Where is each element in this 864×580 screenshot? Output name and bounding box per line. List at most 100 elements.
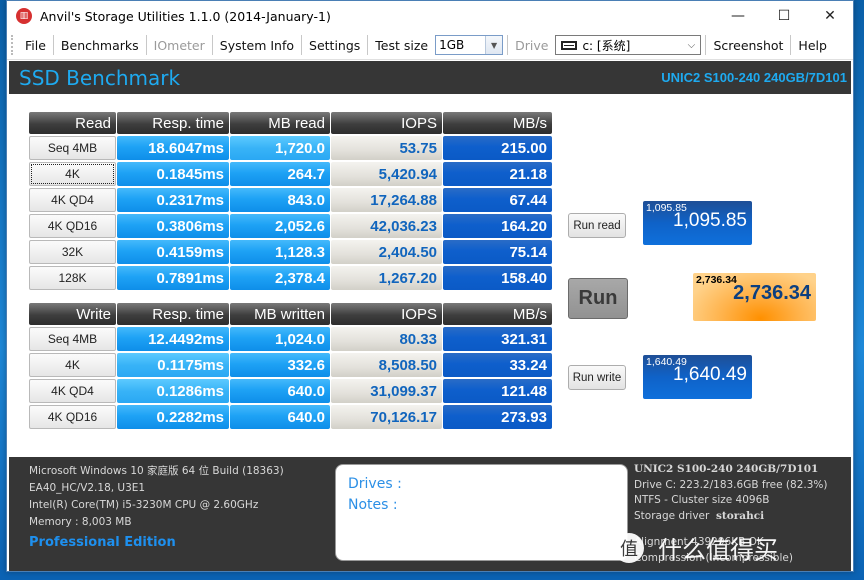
resp-time-value: 0.1286ms: [117, 379, 229, 403]
test-size-select[interactable]: 1GB ▼: [435, 35, 504, 55]
test-size-value: 1GB: [439, 38, 465, 52]
col-header-mbs: MB/s: [443, 303, 552, 325]
test-button-32k[interactable]: 32K: [29, 240, 116, 264]
drive-info-driver: Storage driver storahci: [634, 509, 827, 525]
iops-value: 8,508.50: [331, 353, 442, 377]
test-button-4k[interactable]: 4K: [29, 353, 116, 377]
resp-time-value: 0.7891ms: [117, 266, 229, 290]
drive-select[interactable]: c: [系统] ⌵: [555, 35, 702, 55]
table-row: 4K QD4 0.2317ms 843.0 17,264.88 67.44: [29, 187, 553, 213]
driver-label: Storage driver: [634, 509, 710, 522]
table-row: 32K 0.4159ms 1,128.3 2,404.50 75.14: [29, 239, 553, 265]
mbs-value: 67.44: [443, 188, 552, 212]
menu-screenshot[interactable]: Screenshot: [706, 38, 790, 53]
resp-time-value: 0.2317ms: [117, 188, 229, 212]
test-button-seq-4mb[interactable]: Seq 4MB: [29, 327, 116, 351]
read-header-row: Read Resp. time MB read IOPS MB/s: [29, 109, 553, 135]
app-window: ▥ Anvil's Storage Utilities 1.1.0 (2014-…: [6, 0, 854, 572]
drive-model-title: UNIC2 S100-240 240GB/7D101: [661, 70, 847, 85]
notes-label: Notes :: [348, 497, 398, 513]
drives-label: Drives :: [348, 476, 402, 492]
menu-bar: File Benchmarks IOmeter System Info Sett…: [7, 31, 853, 60]
mbs-value: 75.14: [443, 240, 552, 264]
mb-value: 640.0: [230, 379, 330, 403]
col-header-write: Write: [29, 303, 116, 325]
resp-time-value: 0.1845ms: [117, 162, 229, 186]
menu-settings[interactable]: Settings: [302, 38, 367, 53]
menu-file[interactable]: File: [18, 38, 53, 53]
anvil-app-icon: ▥: [16, 8, 32, 24]
iops-value: 5,420.94: [331, 162, 442, 186]
memory-info: Memory : 8,003 MB: [29, 516, 132, 528]
col-header-mb-read: MB read: [230, 112, 330, 134]
mbs-value: 164.20: [443, 214, 552, 238]
col-header-iops: IOPS: [331, 303, 442, 325]
col-header-iops: IOPS: [331, 112, 442, 134]
write-header-row: Write Resp. time MB written IOPS MB/s: [29, 300, 553, 326]
table-row: Seq 4MB 12.4492ms 1,024.0 80.33 321.31: [29, 326, 553, 352]
mb-value: 264.7: [230, 162, 330, 186]
run-read-button[interactable]: Run read: [568, 213, 626, 238]
mb-value: 843.0: [230, 188, 330, 212]
test-button-128k[interactable]: 128K: [29, 266, 116, 290]
resp-time-value: 0.4159ms: [117, 240, 229, 264]
col-header-resp-time: Resp. time: [117, 303, 229, 325]
page-title: SSD Benchmark: [19, 65, 181, 90]
test-button-4k-qd4[interactable]: 4K QD4: [29, 188, 116, 212]
hard-drive-icon: [561, 40, 578, 50]
os-info: Microsoft Windows 10 家庭版 64 位 Build (183…: [29, 465, 284, 477]
mb-value: 1,128.3: [230, 240, 330, 264]
toolbar-grip[interactable]: [11, 35, 14, 55]
read-score-box: 1,095.85 1,095.85: [643, 201, 752, 245]
run-button[interactable]: Run: [568, 278, 628, 319]
table-row: 128K 0.7891ms 2,378.4 1,267.20 158.40: [29, 265, 553, 291]
test-button-4k-qd16[interactable]: 4K QD16: [29, 405, 116, 429]
iops-value: 80.33: [331, 327, 442, 351]
iops-value: 53.75: [331, 136, 442, 160]
run-write-button[interactable]: Run write: [568, 365, 626, 390]
table-row: 4K 0.1845ms 264.7 5,420.94 21.18: [29, 161, 553, 187]
mbs-value: 273.93: [443, 405, 552, 429]
watermark-text: 什么值得买: [658, 536, 778, 564]
mbs-value: 33.24: [443, 353, 552, 377]
resp-time-value: 0.3806ms: [117, 214, 229, 238]
chevron-down-icon[interactable]: ⌵: [682, 40, 700, 51]
drive-info-capacity: Drive C: 223.2/183.6GB free (82.3%): [634, 478, 828, 491]
close-button[interactable]: ✕: [807, 1, 853, 31]
drive-label: Drive: [515, 37, 549, 53]
test-button-seq-4mb[interactable]: Seq 4MB: [29, 136, 116, 160]
driver-value: storahci: [716, 509, 765, 522]
notes-box[interactable]: Drives : Notes :: [335, 464, 628, 561]
benchmark-header: SSD Benchmark UNIC2 S100-240 240GB/7D101: [9, 61, 851, 94]
test-button-4k-qd16[interactable]: 4K QD16: [29, 214, 116, 238]
menu-help[interactable]: Help: [791, 38, 834, 53]
menu-benchmarks[interactable]: Benchmarks: [54, 38, 146, 53]
watermark: 值 什么值得买: [614, 530, 778, 565]
drive-info-model: UNIC2 S100-240 240GB/7D101: [634, 463, 819, 475]
col-header-resp-time: Resp. time: [117, 112, 229, 134]
system-info: Microsoft Windows 10 家庭版 64 位 Build (183…: [29, 463, 284, 551]
test-size-label: Test size: [375, 37, 429, 53]
table-row: 4K QD16 0.3806ms 2,052.6 42,036.23 164.2…: [29, 213, 553, 239]
window-title: Anvil's Storage Utilities 1.1.0 (2014-Ja…: [40, 8, 331, 24]
mb-value: 2,052.6: [230, 214, 330, 238]
table-row: 4K QD16 0.2282ms 640.0 70,126.17 273.93: [29, 404, 553, 430]
col-header-read: Read: [29, 112, 116, 134]
resp-time-value: 12.4492ms: [117, 327, 229, 351]
col-header-mb-written: MB written: [230, 303, 330, 325]
mb-value: 2,378.4: [230, 266, 330, 290]
test-button-4k-qd4[interactable]: 4K QD4: [29, 379, 116, 403]
maximize-button[interactable]: ☐: [761, 1, 807, 31]
read-score-value: 1,095.85: [673, 210, 747, 231]
test-button-4k[interactable]: 4K: [29, 162, 116, 186]
resp-time-value: 0.2282ms: [117, 405, 229, 429]
write-score-value: 1,640.49: [673, 364, 747, 385]
mbs-value: 321.31: [443, 327, 552, 351]
total-score-small: 2,736.34: [696, 274, 737, 286]
menu-system-info[interactable]: System Info: [213, 38, 301, 53]
iops-value: 70,126.17: [331, 405, 442, 429]
mbs-value: 21.18: [443, 162, 552, 186]
minimize-button[interactable]: —: [715, 1, 761, 31]
iops-value: 42,036.23: [331, 214, 442, 238]
dropdown-arrow-icon[interactable]: ▼: [485, 36, 503, 54]
